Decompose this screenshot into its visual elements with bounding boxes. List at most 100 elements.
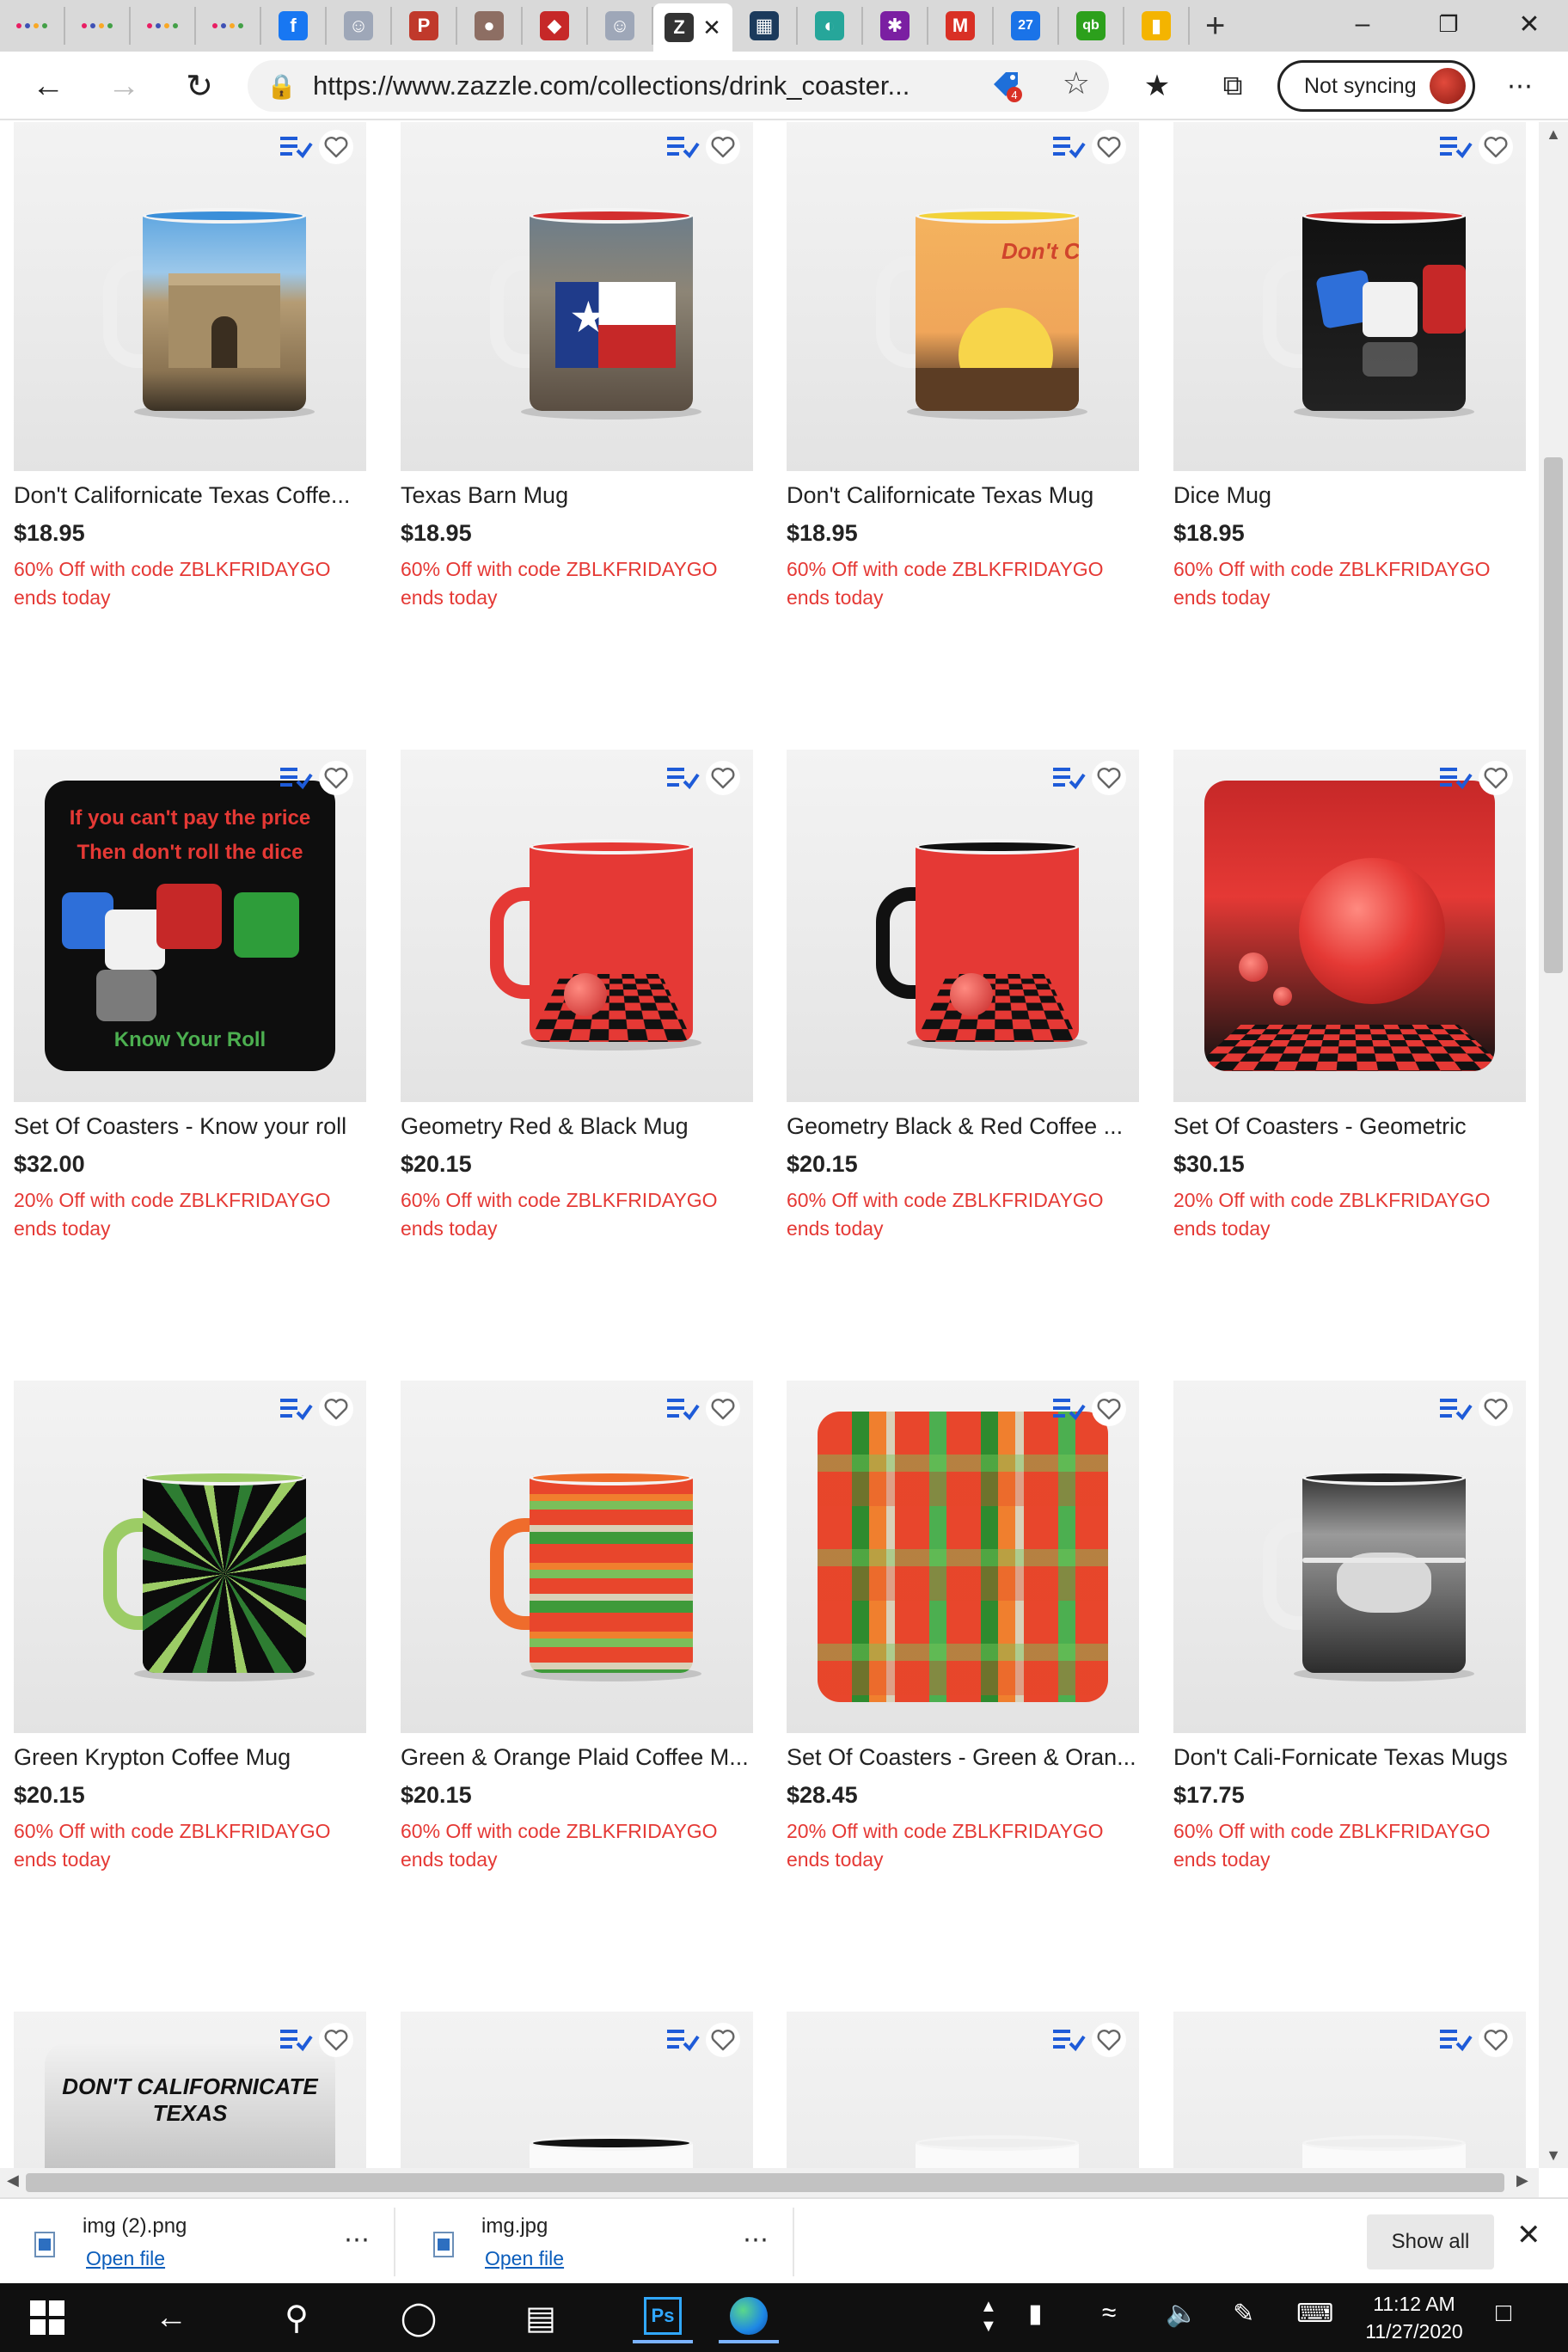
product-card[interactable] xyxy=(401,2012,753,2168)
browser-tab[interactable]: 27 xyxy=(994,7,1059,45)
pen-icon[interactable]: ✎ xyxy=(1233,2299,1254,2329)
browser-tab[interactable]: ● xyxy=(457,7,523,45)
add-to-list-icon[interactable] xyxy=(665,2024,700,2055)
add-to-list-icon[interactable] xyxy=(1438,132,1473,162)
browser-tab[interactable]: M xyxy=(928,7,994,45)
heart-favorite-icon[interactable] xyxy=(1091,2022,1127,2058)
edge-browser-icon[interactable] xyxy=(719,2292,779,2343)
heart-favorite-icon[interactable] xyxy=(1478,1391,1514,1427)
product-image[interactable]: DON'T CALIFORNICATE TEXAS xyxy=(14,2012,366,2168)
heart-favorite-icon[interactable] xyxy=(705,129,741,165)
browser-tab[interactable] xyxy=(131,7,196,45)
product-name[interactable]: Geometry Red & Black Mug xyxy=(401,1111,753,1142)
taskbar-back-icon[interactable]: ← xyxy=(141,2292,201,2343)
add-to-list-icon[interactable] xyxy=(1438,763,1473,793)
product-name[interactable]: Don't Californicate Texas Mug xyxy=(787,480,1139,511)
add-to-list-icon[interactable] xyxy=(1051,763,1086,793)
back-button[interactable]: ← xyxy=(24,62,72,110)
keyboard-icon[interactable]: ⌨ xyxy=(1296,2299,1333,2329)
sync-button[interactable]: Not syncing xyxy=(1277,60,1475,112)
browser-tab[interactable]: P xyxy=(392,7,457,45)
product-name[interactable]: Don't Californicate Texas Coffe... xyxy=(14,480,366,511)
product-image[interactable] xyxy=(14,1381,366,1733)
product-card[interactable]: Green Krypton Coffee Mug $20.15 60% Off wi… xyxy=(14,1381,366,1874)
scroll-right-icon[interactable]: ▶ xyxy=(1516,2171,1528,2190)
windows-start-icon[interactable] xyxy=(17,2292,77,2343)
product-card[interactable]: If you can't pay the price Then don't rol… xyxy=(14,750,366,1243)
browser-tab[interactable]: qb xyxy=(1059,7,1124,45)
settings-more-icon[interactable]: ⋯ xyxy=(1496,62,1544,110)
product-image[interactable] xyxy=(401,1381,753,1733)
browser-tab[interactable]: ☺ xyxy=(327,7,392,45)
product-image[interactable] xyxy=(787,1381,1139,1733)
product-card[interactable]: Green & Orange Plaid Coffee M... $20.15 60… xyxy=(401,1381,753,1874)
product-image[interactable] xyxy=(401,750,753,1102)
product-name[interactable]: Don't Cali-Fornicate Texas Mugs xyxy=(1173,1742,1526,1773)
battery-icon[interactable]: ▮ xyxy=(1028,2299,1043,2329)
product-image[interactable]: Don't Californicate Texas xyxy=(787,122,1139,471)
horizontal-scroll-thumb[interactable] xyxy=(26,2173,1504,2192)
heart-favorite-icon[interactable] xyxy=(1091,1391,1127,1427)
product-card[interactable]: ★ Texas Barn Mug $18.95 60% Off with code Z… xyxy=(401,122,753,612)
open-file-link[interactable]: Open file xyxy=(86,2247,165,2270)
heart-favorite-icon[interactable] xyxy=(1091,760,1127,796)
close-window-button[interactable]: ✕ xyxy=(1491,0,1568,48)
url-text[interactable]: https://www.zazzle.com/collections/drink… xyxy=(313,70,966,101)
browser-tab[interactable]: ☺ xyxy=(588,7,653,45)
add-to-list-icon[interactable] xyxy=(279,1393,313,1424)
vertical-scrollbar[interactable]: ▲ ▼ xyxy=(1539,122,1568,2168)
address-bar[interactable]: 🔒 https://www.zazzle.com/collections/dri… xyxy=(248,60,1109,112)
heart-favorite-icon[interactable] xyxy=(705,2022,741,2058)
product-name[interactable]: Texas Barn Mug xyxy=(401,480,753,511)
browser-tab[interactable]: ◐ xyxy=(798,7,863,45)
product-card[interactable]: Don't Californicate Texas Don't Californi… xyxy=(787,122,1139,612)
product-name[interactable]: Green Krypton Coffee Mug xyxy=(14,1742,366,1773)
product-card[interactable] xyxy=(787,2012,1139,2168)
download-item[interactable]: img (2).png Open file ⋯ xyxy=(0,2208,395,2276)
download-more-icon[interactable]: ⋯ xyxy=(743,2225,770,2255)
close-tab-icon[interactable]: ✕ xyxy=(702,15,721,41)
product-card[interactable]: Geometry Red & Black Mug $20.15 60% Off wi… xyxy=(401,750,753,1243)
notifications-icon[interactable]: □ xyxy=(1496,2299,1511,2328)
product-name[interactable]: Set Of Coasters - Green & Oran... xyxy=(787,1742,1139,1773)
add-to-list-icon[interactable] xyxy=(665,763,700,793)
browser-tab[interactable]: ▦ xyxy=(732,7,798,45)
browser-tab[interactable]: ◆ xyxy=(523,7,588,45)
browser-tab[interactable]: ▮ xyxy=(1124,7,1190,45)
product-card[interactable]: Set Of Coasters - Geometric $30.15 20% Off… xyxy=(1173,750,1526,1243)
add-to-list-icon[interactable] xyxy=(1051,2024,1086,2055)
search-icon[interactable]: ⚲ xyxy=(266,2292,327,2343)
scroll-left-icon[interactable]: ◀ xyxy=(7,2171,19,2190)
product-card[interactable]: Don't Californicate Texas Coffe... $18.95… xyxy=(14,122,366,612)
product-image[interactable] xyxy=(401,2012,753,2168)
browser-tab[interactable]: f xyxy=(261,7,327,45)
heart-favorite-icon[interactable] xyxy=(318,2022,354,2058)
browser-tab[interactable] xyxy=(65,7,131,45)
add-to-list-icon[interactable] xyxy=(1438,1393,1473,1424)
product-image[interactable] xyxy=(1173,122,1526,471)
browser-tab[interactable]: Z ✕ xyxy=(653,3,732,52)
open-file-link[interactable]: Open file xyxy=(485,2247,564,2270)
favorites-icon[interactable]: ★ xyxy=(1133,62,1181,110)
heart-favorite-icon[interactable] xyxy=(1478,129,1514,165)
product-image[interactable] xyxy=(787,750,1139,1102)
minimize-button[interactable]: – xyxy=(1324,0,1401,48)
product-image[interactable] xyxy=(787,2012,1139,2168)
scroll-up-icon[interactable]: ▲ xyxy=(1539,126,1568,144)
photoshop-icon[interactable]: Ps xyxy=(633,2292,693,2343)
forward-button[interactable]: → xyxy=(100,62,148,110)
heart-favorite-icon[interactable] xyxy=(1478,2022,1514,2058)
heart-favorite-icon[interactable] xyxy=(705,1391,741,1427)
volume-muted-icon[interactable]: 🔈 xyxy=(1166,2299,1197,2329)
add-to-list-icon[interactable] xyxy=(665,132,700,162)
product-image[interactable]: If you can't pay the price Then don't rol… xyxy=(14,750,366,1102)
download-more-icon[interactable]: ⋯ xyxy=(344,2225,371,2255)
collections-icon[interactable]: ⧉ xyxy=(1209,62,1257,110)
product-image[interactable] xyxy=(14,122,366,471)
product-image[interactable]: ★ xyxy=(401,122,753,471)
show-hidden-icons[interactable]: ▲ ▼ xyxy=(980,2297,997,2337)
product-card[interactable]: DON'T CALIFORNICATE TEXAS xyxy=(14,2012,366,2168)
wifi-icon[interactable]: ≈ xyxy=(1102,2299,1116,2328)
show-all-downloads-button[interactable]: Show all xyxy=(1367,2214,1494,2269)
product-card[interactable]: Dice Mug $18.95 60% Off with code ZBLKFRID… xyxy=(1173,122,1526,612)
